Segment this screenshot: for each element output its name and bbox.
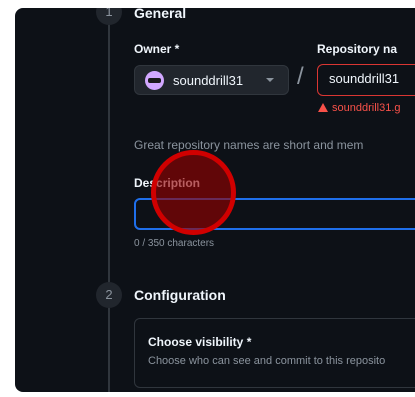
step-number-1: 1	[96, 8, 122, 25]
step-timeline	[108, 8, 110, 392]
chevron-down-icon	[266, 78, 274, 82]
visibility-title: Choose visibility *	[148, 335, 252, 349]
step-title-general: General	[134, 8, 187, 21]
owner-name: sounddrill31	[173, 73, 244, 88]
repository-name-hint: Great repository names are short and mem	[134, 138, 364, 152]
description-char-count: 0 / 350 characters	[134, 238, 215, 249]
owner-label: Owner *	[134, 42, 180, 56]
repository-name-input[interactable]: sounddrill31	[317, 64, 415, 96]
alert-icon	[318, 103, 328, 112]
owner-select[interactable]: sounddrill31	[134, 65, 289, 95]
repository-name-error-text: sounddrill31.g	[332, 102, 401, 114]
repository-name-error: sounddrill31.g	[318, 102, 401, 114]
owner-avatar	[145, 71, 164, 90]
visibility-description: Choose who can see and commit to this re…	[148, 355, 386, 367]
click-marker	[151, 150, 236, 235]
visibility-section[interactable]: Choose visibility * Choose who can see a…	[134, 318, 415, 388]
step-title-configuration: Configuration	[134, 287, 226, 303]
step-number-2: 2	[96, 282, 122, 308]
repository-name-label: Repository na	[317, 42, 398, 56]
owner-repo-separator: /	[297, 63, 304, 90]
